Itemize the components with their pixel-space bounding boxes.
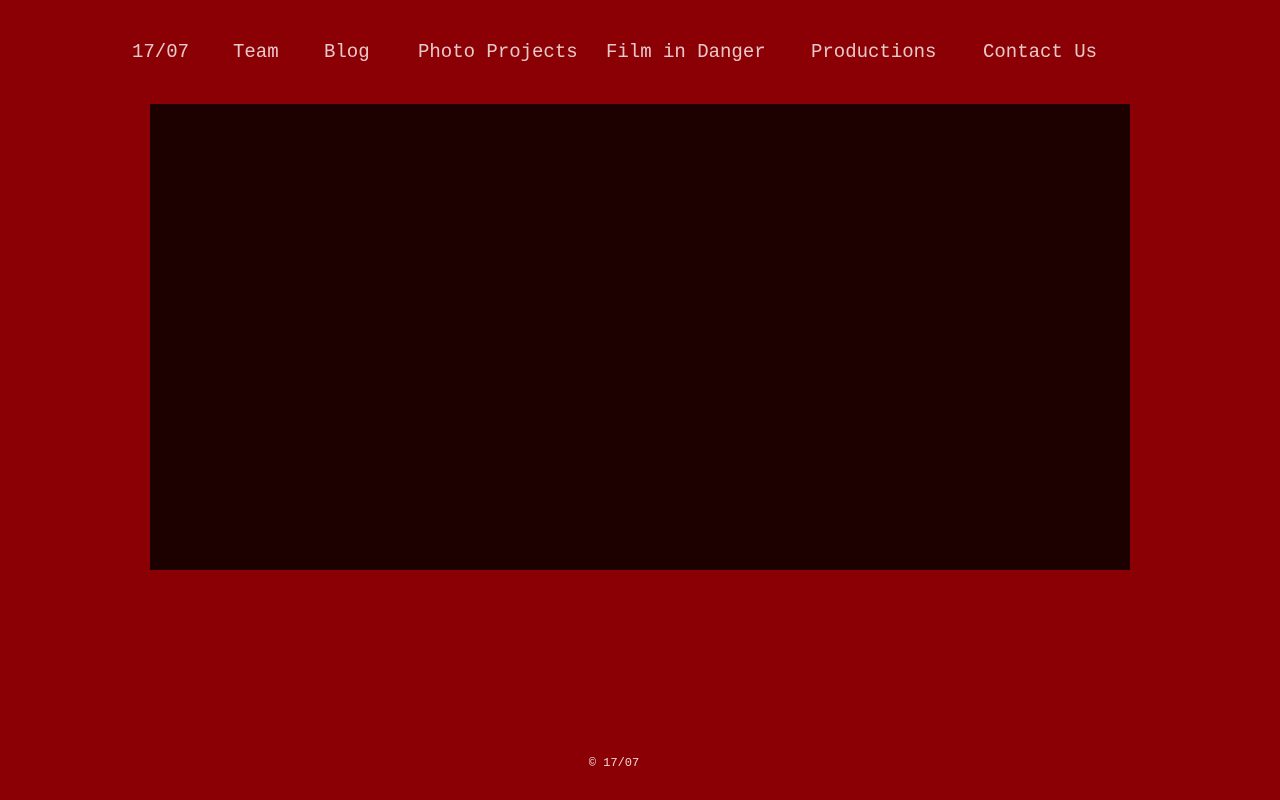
footer: © 17/07	[0, 755, 1280, 771]
nav-film-in-danger-link[interactable]: Film in Danger	[606, 38, 766, 66]
page: 17/07 Team Blog Photo Projects Film in D…	[0, 0, 1280, 800]
copyright-text: © 17/07	[588, 756, 640, 770]
nav-home-link[interactable]: 17/07	[132, 38, 189, 66]
nav-team-link[interactable]: Team	[233, 38, 279, 66]
nav-productions-link[interactable]: Productions	[811, 38, 936, 66]
nav-photo-projects-link[interactable]: Photo Projects	[418, 38, 578, 66]
nav-blog-link[interactable]: Blog	[324, 38, 370, 66]
main-nav: 17/07 Team Blog Photo Projects Film in D…	[0, 38, 1280, 66]
nav-contact-link[interactable]: Contact Us	[983, 38, 1097, 66]
hero-media	[150, 104, 1130, 570]
